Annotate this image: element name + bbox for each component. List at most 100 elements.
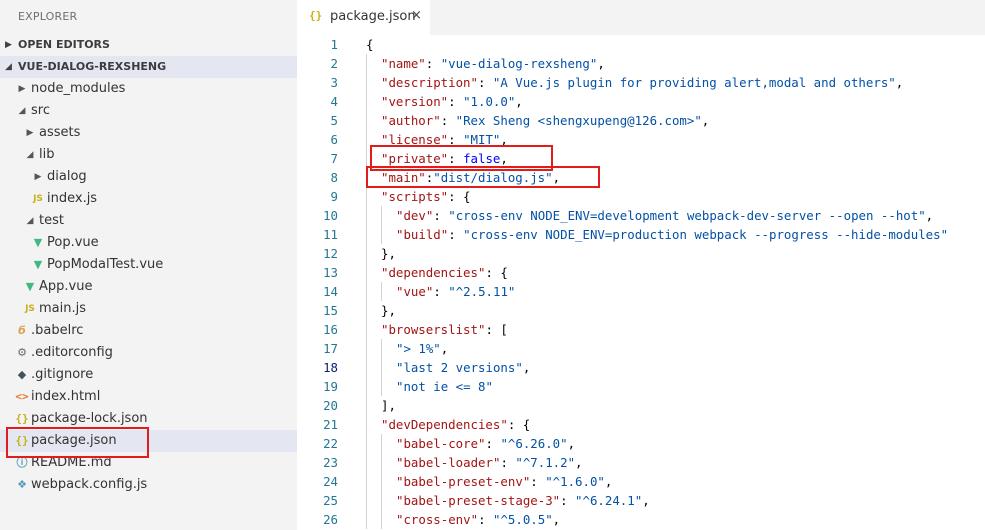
indent-guide (366, 415, 367, 434)
json-punctuation: , (575, 455, 583, 470)
code-line: 9 "scripts": { (297, 187, 985, 206)
json-punctuation: , (515, 94, 523, 109)
indent-guide (366, 73, 367, 92)
tree-item-index-js[interactable]: JS index.js (0, 188, 297, 210)
project-section[interactable]: ◢ VUE-DIALOG-REXSHENG (0, 56, 297, 78)
code-editor[interactable]: 1{2 "name": "vue-dialog-rexsheng", 3 "descr… (297, 35, 985, 530)
json-string: "vue-dialog-rexsheng" (440, 56, 598, 71)
tree-item-test[interactable]: ◢ test (0, 210, 297, 232)
tree-item-label: .babelrc (31, 323, 84, 338)
indent-guide (381, 377, 382, 396)
code-line: 24 "babel-preset-env": "^1.6.0", (297, 472, 985, 491)
json-punctuation: , (642, 493, 650, 508)
json-file-icon: {} (309, 9, 323, 22)
json-string: "last 2 versions" (396, 360, 523, 375)
tree-item-label: assets (39, 125, 81, 140)
tree-item-lib[interactable]: ◢ lib (0, 144, 297, 166)
line-number: 26 (323, 512, 338, 527)
code-line: 13 "dependencies": { (297, 263, 985, 282)
tree-item-popmodaltest-vue[interactable]: ▼ PopModalTest.vue (0, 254, 297, 276)
open-editors-section[interactable]: ▶ OPEN EDITORS (0, 34, 297, 56)
vue-file-icon: ▼ (33, 258, 43, 271)
json-punctuation: : (448, 227, 464, 242)
code-text: "name": "vue-dialog-rexsheng", (381, 54, 605, 73)
tab-package-json[interactable]: {} package.json × (297, 0, 430, 35)
indent-guide (366, 244, 367, 263)
chevron-right-icon: ▶ (5, 40, 12, 50)
chevron-right-icon: ▶ (34, 172, 42, 182)
code-text: "author": "Rex Sheng <shengxupeng@126.co… (381, 111, 709, 130)
tree-item-main-js[interactable]: JS main.js (0, 298, 297, 320)
js-file-icon: JS (25, 304, 35, 314)
tree-item-node-modules[interactable]: ▶ node_modules (0, 78, 297, 100)
line-number: 3 (330, 75, 338, 90)
json-punctuation: : (478, 512, 493, 527)
indent-guide (381, 472, 382, 491)
json-punctuation: , (552, 512, 561, 527)
json-punctuation: : (433, 208, 449, 223)
json-string: "> 1%" (396, 341, 441, 356)
code-line: 12}, (297, 244, 985, 263)
code-line: 18 "last 2 versions", (297, 358, 985, 377)
json-string: "^5.0.5" (492, 512, 553, 527)
line-number: 14 (323, 284, 338, 299)
vue-file-icon: ▼ (25, 280, 35, 293)
indent-guide (366, 225, 367, 244)
chevron-right-icon: ▶ (18, 84, 26, 94)
line-number: 6 (330, 132, 338, 147)
code-line: 14 "vue": "^2.5.11" (297, 282, 985, 301)
code-line: 3 "description": "A Vue.js plugin for pro… (297, 73, 985, 92)
json-string: "^2.5.11" (448, 284, 516, 299)
tree-item-index-html[interactable]: <> index.html (0, 386, 297, 408)
indent-guide (381, 282, 382, 301)
line-number: 19 (323, 379, 338, 394)
line-number: 21 (323, 417, 338, 432)
json-string: "cross-env NODE_ENV=production webpack -… (463, 227, 949, 242)
indent-guide (366, 339, 367, 358)
json-punctuation: : { (485, 265, 508, 280)
json-key: "devDependencies" (381, 417, 508, 432)
code-text: "last 2 versions", (396, 358, 530, 377)
js-file-icon: JS (33, 194, 43, 204)
indent-guide (381, 358, 382, 377)
indent-guide (381, 491, 382, 510)
code-text: "cross-env": "^5.0.5", (396, 510, 560, 529)
json-key: "dev" (396, 208, 434, 223)
open-editors-label: OPEN EDITORS (18, 38, 110, 51)
json-key: "dependencies" (381, 265, 486, 280)
tree-item-webpack-config-js[interactable]: ❖ webpack.config.js (0, 474, 297, 496)
explorer-title: EXPLORER (18, 10, 78, 23)
tree-item-label: node_modules (31, 81, 126, 96)
editor-area: {} package.json × 1{2 "name": "vue-dialog… (297, 0, 985, 530)
code-text: }, (381, 301, 396, 320)
code-text: "build": "cross-env NODE_ENV=production … (396, 225, 948, 244)
tree-item-editorconfig[interactable]: ⚙ .editorconfig (0, 342, 297, 364)
line-number: 1 (330, 37, 338, 52)
json-string: "^6.24.1" (575, 493, 643, 508)
tree-item-label: main.js (39, 301, 86, 316)
code-text: { (366, 35, 373, 54)
code-text: "version": "1.0.0", (381, 92, 523, 111)
json-punctuation: : (477, 75, 493, 90)
indent-guide (366, 263, 367, 282)
tree-item-app-vue[interactable]: ▼ App.vue (0, 276, 297, 298)
line-number: 17 (323, 341, 338, 356)
chevron-right-icon: ▶ (26, 128, 34, 138)
line-number: 20 (323, 398, 338, 413)
tree-item-src[interactable]: ◢ src (0, 100, 297, 122)
tree-item-assets[interactable]: ▶ assets (0, 122, 297, 144)
tree-item-dialog[interactable]: ▶ dialog (0, 166, 297, 188)
tree-item-babelrc[interactable]: б .babelrc (0, 320, 297, 342)
json-punctuation: , (895, 75, 904, 90)
json-punctuation: : (530, 474, 546, 489)
tree-item-gitignore[interactable]: ◆ .gitignore (0, 364, 297, 386)
tree-item-pop-vue[interactable]: ▼ Pop.vue (0, 232, 297, 254)
code-text: "babel-preset-env": "^1.6.0", (396, 472, 612, 491)
json-punctuation: : { (448, 189, 471, 204)
chevron-down-icon: ◢ (18, 106, 26, 116)
json-punctuation: }, (381, 303, 396, 318)
code-line: 20], (297, 396, 985, 415)
code-line: 19 "not ie <= 8" (297, 377, 985, 396)
close-icon[interactable]: × (411, 8, 422, 23)
json-key: "vue" (396, 284, 434, 299)
